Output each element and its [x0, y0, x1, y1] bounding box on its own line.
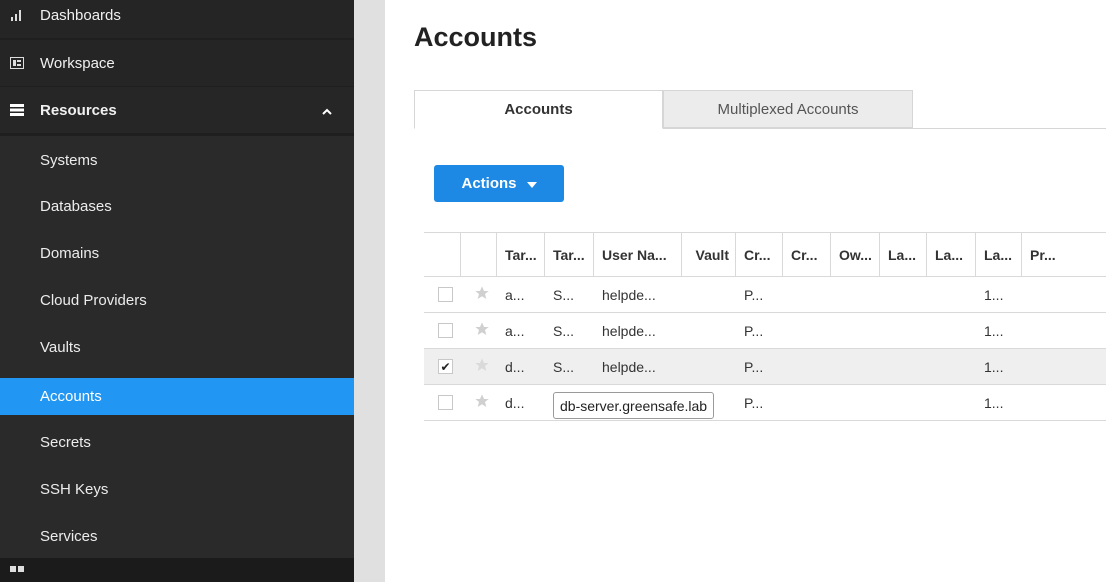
apps-icon [10, 566, 24, 580]
table-cell: S... [553, 322, 575, 339]
table-row[interactable]: d... P... 1... [424, 385, 1106, 421]
sidebar-item-label: Domains [40, 244, 100, 262]
header-favorite-cell [461, 233, 497, 276]
table-cell: P... [744, 322, 764, 339]
table-row[interactable]: ✔ d... S... helpde... P... 1... [424, 349, 1106, 385]
star-icon[interactable] [474, 285, 490, 301]
column-header[interactable]: La... [976, 233, 1022, 276]
sidebar-item-label: Vaults [40, 338, 81, 356]
tab-bar: Accounts Multiplexed Accounts [414, 90, 1106, 129]
tab-accounts[interactable]: Accounts [414, 90, 663, 129]
header-checkbox-cell [424, 233, 461, 276]
column-header[interactable]: Cr... [783, 233, 831, 276]
accounts-grid: Tar... Tar... User Na... Vault Cr... Cr.… [424, 232, 1106, 421]
table-cell: S... [553, 286, 575, 303]
table-cell: P... [744, 286, 764, 303]
table-cell: d... [505, 394, 525, 411]
main-content: Accounts Accounts Multiplexed Accounts A… [385, 0, 1106, 582]
column-header[interactable]: Tar... [497, 233, 545, 276]
star-icon[interactable] [474, 393, 490, 409]
caret-down-icon [526, 181, 537, 188]
sidebar-item-vaults[interactable]: Vaults [0, 330, 354, 364]
sidebar: Dashboards Workspace Resources Systems D… [0, 0, 354, 582]
table-cell: 1... [984, 394, 1004, 411]
table-cell: P... [744, 358, 764, 375]
tab-multiplexed-accounts[interactable]: Multiplexed Accounts [663, 90, 913, 128]
actions-button[interactable]: Actions [434, 165, 564, 202]
workspace-icon [10, 56, 24, 70]
sidebar-item-systems[interactable]: Systems [0, 143, 354, 177]
sidebar-item-label: Databases [40, 197, 112, 215]
sidebar-item-label: Secrets [40, 433, 91, 451]
sidebar-item-ssh-keys[interactable]: SSH Keys [0, 472, 354, 506]
row-checkbox[interactable] [438, 395, 453, 410]
sidebar-item-label: Systems [40, 151, 98, 169]
table-cell: 1... [984, 286, 1004, 303]
column-header[interactable]: La... [880, 233, 927, 276]
sidebar-item-label: Accounts [40, 388, 102, 405]
nav-item-workspace[interactable]: Workspace [0, 40, 354, 86]
cell-tooltip: db-server.greensafe.lab [553, 392, 715, 419]
table-cell: S... [553, 358, 575, 375]
bar-chart-icon [10, 8, 24, 22]
column-header[interactable]: La... [927, 233, 976, 276]
grid-header-row: Tar... Tar... User Na... Vault Cr... Cr.… [424, 232, 1106, 277]
nav-item-resources[interactable]: Resources [0, 87, 354, 133]
row-checkbox[interactable] [438, 323, 453, 338]
column-header[interactable]: User Na... [594, 233, 682, 276]
row-checkbox[interactable]: ✔ [438, 359, 453, 374]
column-header[interactable]: Ow... [831, 233, 880, 276]
sidebar-item-secrets[interactable]: Secrets [0, 425, 354, 459]
column-header[interactable]: Pr... [1022, 233, 1106, 276]
sidebar-item-domains[interactable]: Domains [0, 236, 354, 270]
column-header[interactable]: Tar... [545, 233, 594, 276]
list-icon [10, 103, 24, 117]
nav-item-label: Resources [40, 101, 117, 119]
actions-button-label: Actions [461, 175, 517, 192]
sidebar-item-databases[interactable]: Databases [0, 189, 354, 223]
table-cell: 1... [984, 358, 1004, 375]
column-header[interactable]: Vault [682, 233, 736, 276]
nav-item-label: Dashboards [40, 6, 121, 24]
sidebar-gutter [354, 0, 385, 582]
star-icon[interactable] [474, 321, 490, 337]
table-cell: 1... [984, 322, 1004, 339]
table-cell: helpde... [602, 286, 656, 303]
sidebar-item-accounts[interactable]: Accounts [0, 378, 354, 415]
table-cell: d... [505, 358, 525, 375]
check-icon: ✔ [440, 359, 451, 374]
star-icon[interactable] [474, 357, 490, 373]
table-row[interactable]: a... S... helpde... P... 1... [424, 277, 1106, 313]
table-row[interactable]: a... S... helpde... P... 1... [424, 313, 1106, 349]
row-checkbox[interactable] [438, 287, 453, 302]
table-cell: helpde... [602, 322, 656, 339]
chevron-up-icon[interactable] [322, 103, 332, 120]
column-header[interactable]: Cr... [736, 233, 783, 276]
nav-item-label: Workspace [40, 54, 115, 72]
table-cell: P... [744, 394, 764, 411]
resources-submenu: Systems Databases Domains Cloud Provider… [0, 136, 354, 558]
sidebar-item-label: Services [40, 527, 98, 545]
sidebar-item-services[interactable]: Services [0, 519, 354, 553]
table-cell: helpde... [602, 358, 656, 375]
sidebar-item-cloud-providers[interactable]: Cloud Providers [0, 283, 354, 317]
table-cell: a... [505, 286, 525, 303]
page-title: Accounts [414, 22, 538, 52]
nav-item-dashboards[interactable]: Dashboards [0, 0, 354, 38]
table-cell: a... [505, 322, 525, 339]
nav-item-next[interactable] [0, 558, 354, 582]
sidebar-item-label: Cloud Providers [40, 291, 147, 309]
sidebar-item-label: SSH Keys [40, 480, 109, 498]
